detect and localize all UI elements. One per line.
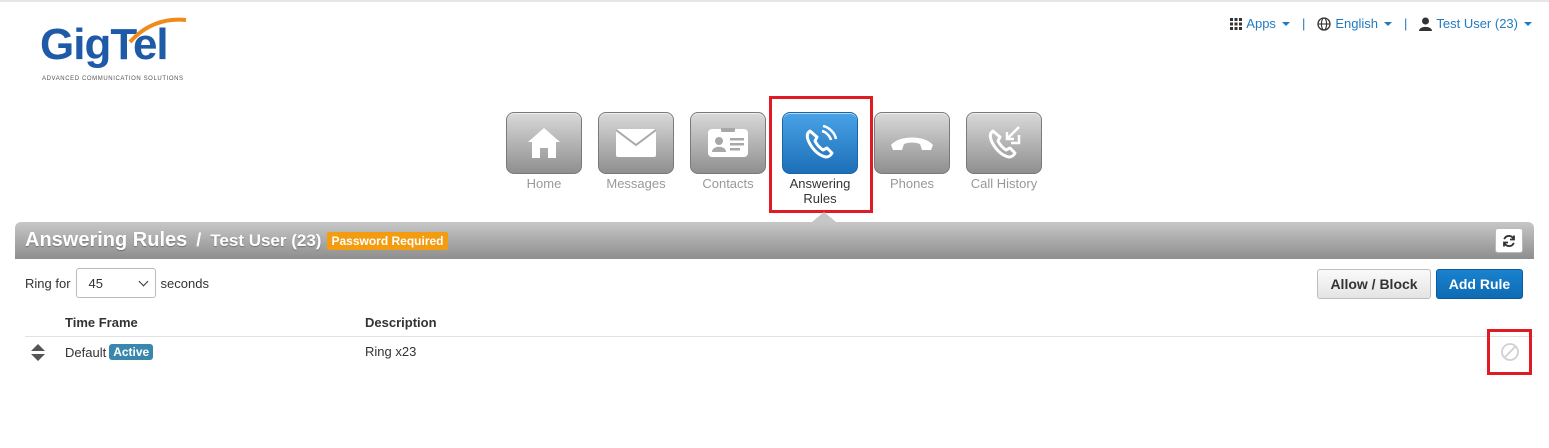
password-required-badge: Password Required (327, 231, 448, 250)
ring-suffix-label: seconds (160, 275, 209, 291)
chevron-down-icon (1524, 21, 1532, 26)
ring-prefix-label: Ring for (25, 275, 71, 291)
nav-tile-contacts[interactable]: Contacts (690, 112, 766, 206)
chevron-down-icon (138, 276, 148, 286)
divider: | (1403, 16, 1408, 31)
user-menu[interactable]: Test User (23) (1419, 16, 1532, 31)
grid-icon (1230, 17, 1243, 30)
contact-card-icon (708, 128, 748, 157)
table-row-description: Ring x23 (365, 344, 416, 359)
time-frame-name: Default (65, 344, 107, 360)
refresh-icon (1503, 234, 1515, 247)
nav-tile-label: Call History (970, 176, 1038, 191)
column-header-description: Description (365, 315, 437, 330)
logo-tagline: ADVANCED COMMUNICATION SOLUTIONS (42, 76, 184, 82)
call-history-icon (988, 126, 1021, 159)
nav-tile-phones[interactable]: Phones (874, 112, 950, 206)
phone-ringing-icon (805, 125, 838, 159)
disabled-icon[interactable] (1500, 342, 1520, 362)
nav-tile-label: Contacts (702, 176, 754, 191)
apps-label: Apps (1246, 16, 1276, 31)
active-status-badge: Active (109, 344, 154, 360)
table-header-divider (25, 336, 1534, 337)
home-icon (528, 128, 560, 158)
gigtel-logo[interactable]: GigTel ADVANCED COMMUNICATION SOLUTIONS (40, 16, 200, 88)
divider: | (1301, 16, 1306, 31)
highlight-disabled-action (1487, 329, 1532, 375)
allow-block-button[interactable]: Allow / Block (1317, 269, 1431, 299)
rule-description: Ring x23 (365, 344, 417, 359)
active-tab-pointer (812, 212, 836, 222)
language-label: English (1335, 16, 1378, 31)
apps-menu[interactable]: Apps (1230, 16, 1290, 31)
table-row-time-frame: Default Active (65, 344, 154, 360)
globe-icon (1317, 16, 1331, 31)
main-navigation: Home Messages Contacts Answering Rules P… (506, 112, 1042, 206)
ring-duration-row: Ring for 45 seconds (25, 268, 209, 298)
nav-tile-home[interactable]: Home (506, 112, 582, 206)
page-title-bar: Answering Rules / Test User (23) Passwor… (15, 222, 1534, 259)
nav-tile-label: Phones (889, 176, 935, 191)
page-title: Answering Rules (25, 229, 188, 251)
reorder-handle-icon[interactable] (31, 344, 45, 362)
nav-tile-label: Home (526, 176, 562, 191)
top-navigation: Apps | English | Test User (23) (1230, 16, 1532, 31)
breadcrumb-separator: / (196, 230, 202, 250)
add-rule-button[interactable]: Add Rule (1436, 269, 1523, 299)
nav-tile-answering-rules[interactable]: Answering Rules (782, 112, 858, 206)
ring-seconds-value: 45 (88, 275, 103, 291)
nav-tile-messages[interactable]: Messages (598, 112, 674, 206)
language-menu[interactable]: English (1317, 16, 1392, 31)
user-icon (1419, 17, 1433, 31)
column-header-time-frame: Time Frame (65, 315, 138, 330)
user-label: Test User (23) (1436, 16, 1518, 31)
handset-icon (891, 137, 933, 150)
page-subtitle-user: Test User (23) (210, 230, 322, 250)
nav-tile-label: Answering Rules (789, 176, 851, 206)
chevron-down-icon (1383, 21, 1392, 26)
nav-tile-label: Messages (606, 176, 666, 191)
ring-seconds-select[interactable]: 45 (75, 268, 156, 298)
nav-tile-call-history[interactable]: Call History (966, 112, 1042, 206)
refresh-button[interactable] (1495, 228, 1523, 253)
envelope-icon (615, 129, 657, 157)
logo-swoosh-icon (128, 17, 187, 44)
chevron-down-icon (1281, 21, 1290, 26)
